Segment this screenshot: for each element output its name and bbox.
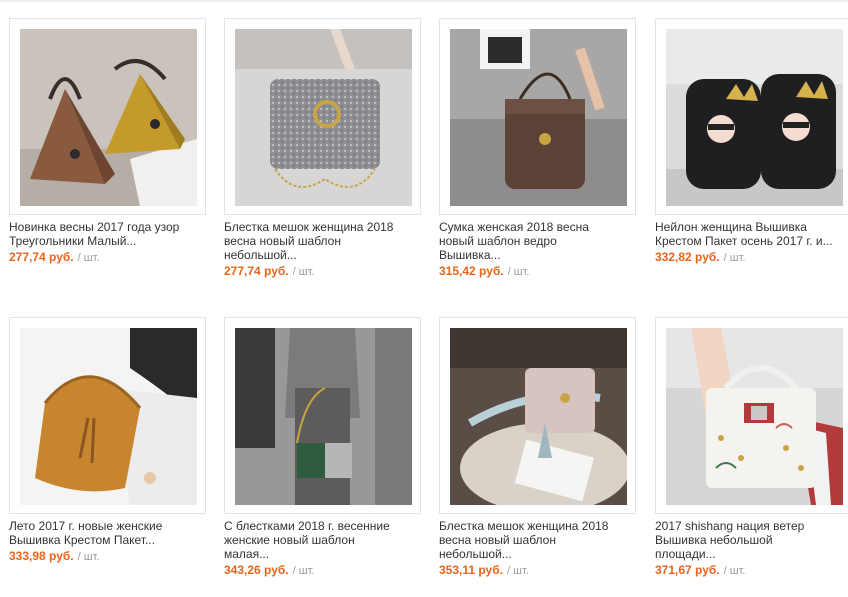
crown-backpacks-image bbox=[666, 29, 843, 206]
price-line: 333,98 руб. / шт. bbox=[9, 548, 209, 565]
pink-glitter-bag-image bbox=[450, 328, 627, 505]
product-image-link[interactable] bbox=[439, 317, 636, 514]
price-unit: / шт. bbox=[292, 266, 315, 278]
product-price: 343,26 руб. bbox=[224, 563, 289, 577]
product-title[interactable]: Лето 2017 г. новые женские Вышивка Крест… bbox=[9, 519, 209, 547]
product-grid: Новинка весны 2017 года узор Треугольник… bbox=[0, 0, 848, 595]
price-unit: / шт. bbox=[77, 252, 100, 264]
pyramid-bags-image bbox=[20, 29, 197, 206]
product-card[interactable]: С блестками 2018 г. весенние женские нов… bbox=[224, 317, 429, 597]
product-image-link[interactable] bbox=[9, 18, 206, 215]
product-title[interactable]: Сумка женская 2018 весна новый шаблон ве… bbox=[439, 220, 639, 262]
product-image-link[interactable] bbox=[224, 317, 421, 514]
green-glitter-bag-image bbox=[235, 328, 412, 505]
product-price: 277,74 руб. bbox=[224, 264, 289, 278]
product-price: 353,11 руб. bbox=[439, 563, 503, 577]
product-card[interactable]: Блестка мешок женщина 2018 весна новый ш… bbox=[439, 317, 644, 597]
tan-hobo-bag-image bbox=[20, 328, 197, 505]
product-image-link[interactable] bbox=[224, 18, 421, 215]
product-price: 332,82 руб. bbox=[655, 250, 720, 264]
price-unit: / шт. bbox=[506, 565, 529, 577]
price-line: 371,67 руб. / шт. bbox=[655, 562, 848, 579]
product-image-link[interactable] bbox=[439, 18, 636, 215]
product-card[interactable]: Нейлон женщина Вышивка Крестом Пакет осе… bbox=[655, 18, 848, 298]
silver-glitter-bag-image bbox=[235, 29, 412, 206]
product-price: 277,74 руб. bbox=[9, 250, 74, 264]
product-price: 371,67 руб. bbox=[655, 563, 720, 577]
product-image-link[interactable] bbox=[655, 18, 848, 215]
product-title[interactable]: Блестка мешок женщина 2018 весна новый ш… bbox=[224, 220, 424, 262]
embroidered-studded-bag-image bbox=[666, 328, 843, 505]
price-line: 353,11 руб. / шт. bbox=[439, 562, 639, 579]
bronze-bucket-bag-image bbox=[450, 29, 627, 206]
product-title[interactable]: 2017 shishang нация ветер Вышивка неболь… bbox=[655, 519, 848, 561]
product-image-link[interactable] bbox=[655, 317, 848, 514]
product-card[interactable]: Блестка мешок женщина 2018 весна новый ш… bbox=[224, 18, 429, 298]
price-unit: / шт. bbox=[723, 565, 746, 577]
product-title[interactable]: Нейлон женщина Вышивка Крестом Пакет осе… bbox=[655, 220, 848, 248]
price-unit: / шт. bbox=[507, 266, 530, 278]
product-image-link[interactable] bbox=[9, 317, 206, 514]
product-price: 333,98 руб. bbox=[9, 549, 74, 563]
price-line: 315,42 руб. / шт. bbox=[439, 263, 639, 280]
price-line: 277,74 руб. / шт. bbox=[9, 249, 209, 266]
price-unit: / шт. bbox=[77, 551, 100, 563]
price-unit: / шт. bbox=[292, 565, 315, 577]
price-line: 277,74 руб. / шт. bbox=[224, 263, 424, 280]
product-title[interactable]: С блестками 2018 г. весенние женские нов… bbox=[224, 519, 424, 561]
product-card[interactable]: Лето 2017 г. новые женские Вышивка Крест… bbox=[9, 317, 214, 597]
product-card[interactable]: Новинка весны 2017 года узор Треугольник… bbox=[9, 18, 214, 298]
product-title[interactable]: Блестка мешок женщина 2018 весна новый ш… bbox=[439, 519, 639, 561]
price-unit: / шт. bbox=[723, 252, 746, 264]
product-card[interactable]: Сумка женская 2018 весна новый шаблон ве… bbox=[439, 18, 644, 298]
price-line: 343,26 руб. / шт. bbox=[224, 562, 424, 579]
product-card[interactable]: 2017 shishang нация ветер Вышивка неболь… bbox=[655, 317, 848, 597]
product-price: 315,42 руб. bbox=[439, 264, 504, 278]
price-line: 332,82 руб. / шт. bbox=[655, 249, 848, 266]
product-title[interactable]: Новинка весны 2017 года узор Треугольник… bbox=[9, 220, 209, 248]
